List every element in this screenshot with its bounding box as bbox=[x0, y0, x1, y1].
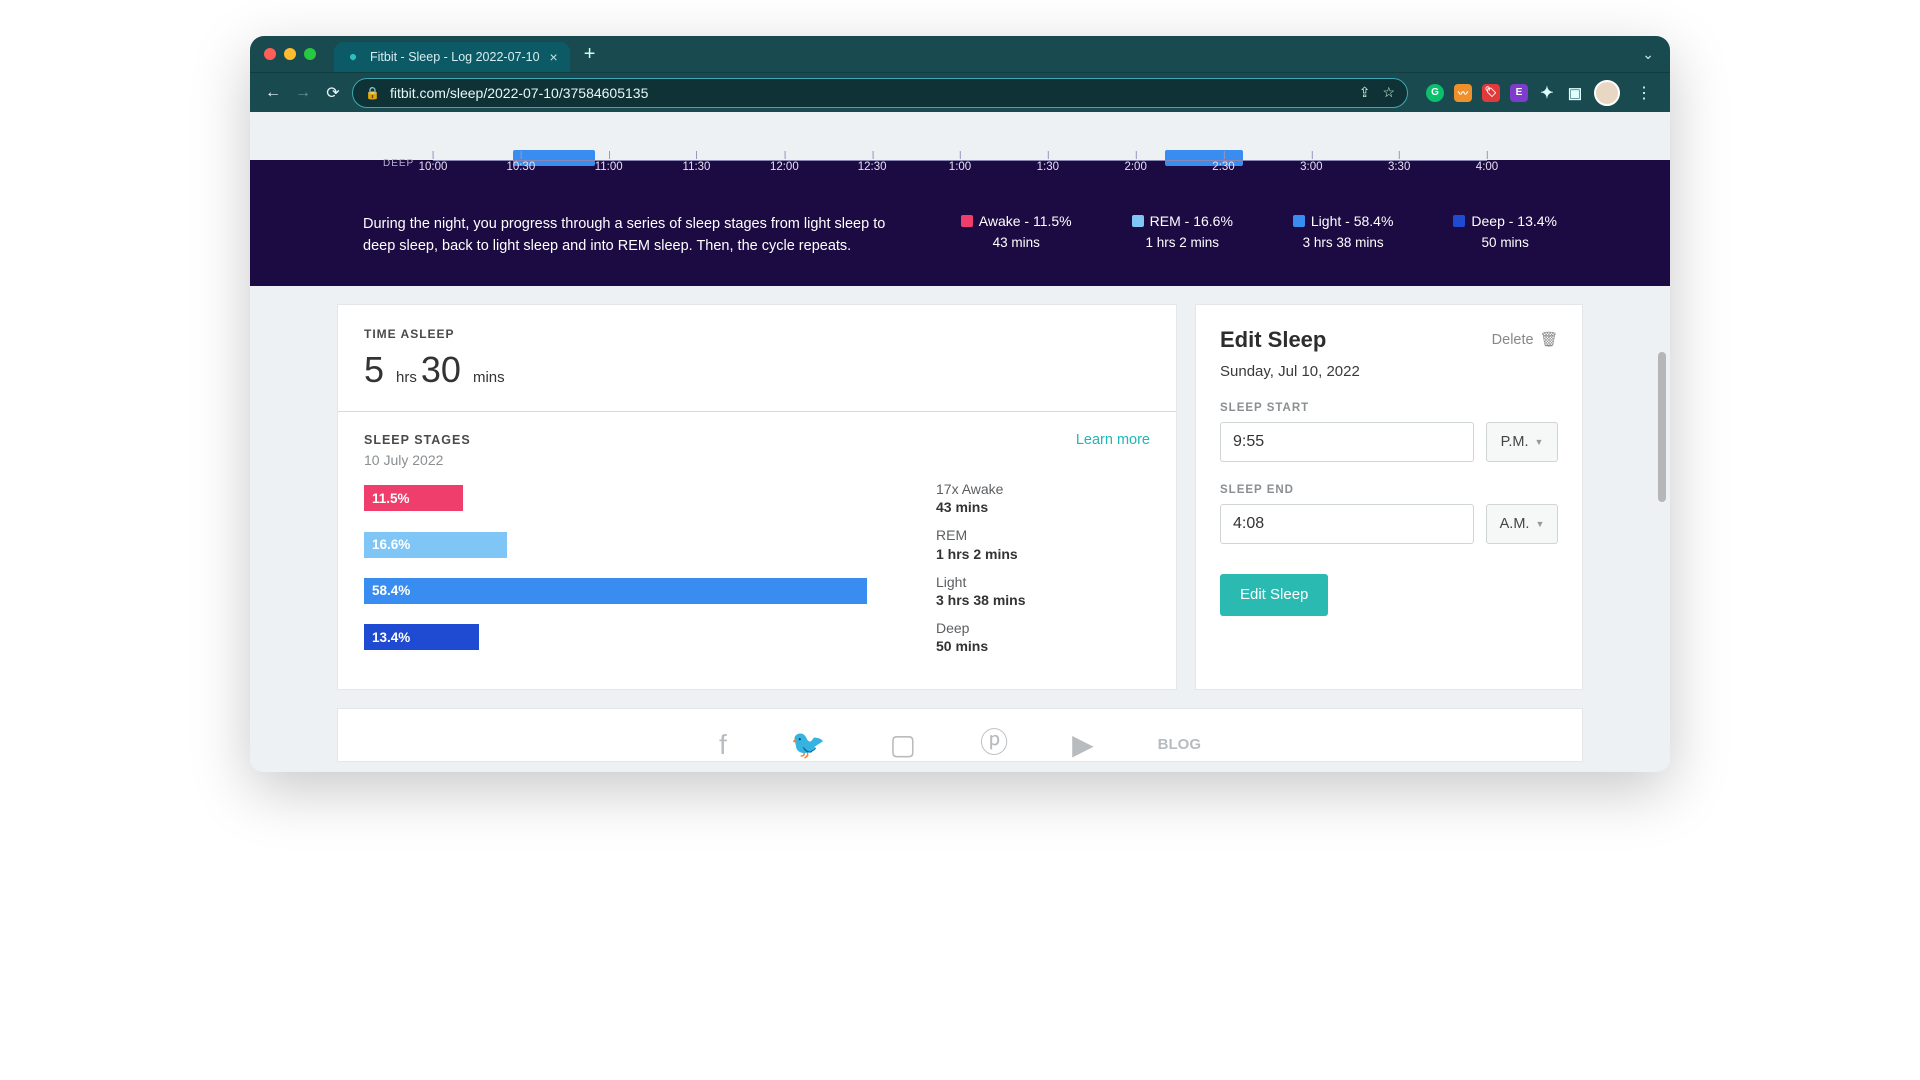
timeline-tick: 12:00 bbox=[770, 161, 799, 173]
address-bar[interactable]: 🔒 fitbit.com/sleep/2022-07-10/3758460513… bbox=[352, 78, 1408, 108]
legend-item: REM - 16.6%1 hrs 2 mins bbox=[1132, 213, 1233, 258]
pinterest-icon[interactable]: ⓟ bbox=[980, 721, 1008, 761]
stage-bar-meta: REM1 hrs 2 mins bbox=[936, 526, 1018, 562]
url-text: fitbit.com/sleep/2022-07-10/37584605135 bbox=[390, 85, 1349, 101]
window-controls bbox=[264, 48, 316, 60]
extensions: G 〰 🏷 E ✦ ▣ ⋮ bbox=[1426, 80, 1658, 106]
sleep-end-ampm-select[interactable]: A.M.▼ bbox=[1486, 504, 1558, 544]
fitbit-favicon-icon: ⬥ bbox=[346, 50, 360, 64]
chevron-down-icon: ▼ bbox=[1535, 519, 1544, 529]
back-button[interactable]: ← bbox=[262, 84, 284, 102]
timeline-tick: 3:30 bbox=[1388, 161, 1410, 173]
time-asleep-card: TIME ASLEEP 5 hrs30 mins SLEEP STAGES Le… bbox=[337, 304, 1177, 691]
stage-bar: 58.4% bbox=[364, 578, 867, 604]
sleep-stage-row: 58.4% Light3 hrs 38 mins bbox=[364, 573, 1150, 609]
scrollbar-thumb[interactable] bbox=[1658, 352, 1666, 502]
scrollbar[interactable] bbox=[1656, 112, 1668, 772]
stage-bar-meta: Deep50 mins bbox=[936, 619, 988, 655]
legend-item: Light - 58.4%3 hrs 38 mins bbox=[1293, 213, 1394, 258]
extension-icon[interactable]: E bbox=[1510, 84, 1528, 102]
sleep-stage-bars: 11.5% 17x Awake43 mins 16.6% REM1 hrs 2 min… bbox=[338, 480, 1176, 690]
tab-overflow-icon[interactable]: ⌄ bbox=[1642, 46, 1654, 63]
sleep-end-input[interactable] bbox=[1220, 504, 1474, 544]
timeline-tick: 10:00 bbox=[419, 161, 448, 173]
stage-bar: 16.6% bbox=[364, 532, 507, 558]
edit-sleep-submit-button[interactable]: Edit Sleep bbox=[1220, 574, 1328, 616]
tab-title: Fitbit - Sleep - Log 2022-07-10 bbox=[370, 50, 540, 64]
toolbar: ← → ⟳ 🔒 fitbit.com/sleep/2022-07-10/3758… bbox=[250, 72, 1670, 112]
timeline-tick: 1:00 bbox=[949, 161, 971, 173]
close-tab-icon[interactable]: × bbox=[550, 49, 558, 65]
legend-item: Deep - 13.4%50 mins bbox=[1453, 213, 1557, 258]
timeline-tick: 11:00 bbox=[595, 161, 623, 173]
sleep-legend: Awake - 11.5%43 mins REM - 16.6%1 hrs 2 m… bbox=[961, 213, 1557, 258]
lock-icon: 🔒 bbox=[365, 86, 380, 100]
minimize-window-button[interactable] bbox=[284, 48, 296, 60]
sleep-stage-row: 16.6% REM1 hrs 2 mins bbox=[364, 526, 1150, 562]
timeline-tick: 2:30 bbox=[1212, 161, 1234, 173]
extensions-puzzle-icon[interactable]: ✦ bbox=[1538, 84, 1556, 102]
share-icon[interactable]: ⇪ bbox=[1359, 84, 1371, 101]
edit-sleep-card: Edit Sleep Delete 🗑 Sunday, Jul 10, 2022… bbox=[1195, 304, 1583, 691]
browser-window: ⬥ Fitbit - Sleep - Log 2022-07-10 × + ⌄ … bbox=[250, 36, 1670, 772]
blog-link[interactable]: BLOG bbox=[1158, 736, 1201, 753]
edit-sleep-title: Edit Sleep bbox=[1220, 327, 1326, 353]
timeline-tick: 10:30 bbox=[506, 161, 535, 173]
sleep-stages-label: SLEEP STAGES bbox=[364, 433, 471, 447]
timeline-tick: 3:00 bbox=[1300, 161, 1322, 173]
stage-bar: 13.4% bbox=[364, 624, 479, 650]
forward-button: → bbox=[292, 84, 314, 102]
stage-bar-meta: 17x Awake43 mins bbox=[936, 480, 1003, 516]
facebook-icon[interactable]: f bbox=[719, 729, 727, 761]
extension-grammarly-icon[interactable]: G bbox=[1426, 84, 1444, 102]
maximize-window-button[interactable] bbox=[304, 48, 316, 60]
time-asleep-label: TIME ASLEEP bbox=[364, 327, 1150, 341]
timeline-tick: 11:30 bbox=[683, 161, 711, 173]
sleep-stage-row: 13.4% Deep50 mins bbox=[364, 619, 1150, 655]
learn-more-link[interactable]: Learn more bbox=[1076, 432, 1150, 448]
browser-tab[interactable]: ⬥ Fitbit - Sleep - Log 2022-07-10 × bbox=[334, 42, 570, 72]
instagram-icon[interactable]: ▢ bbox=[890, 728, 916, 761]
sleep-start-ampm-select[interactable]: P.M.▼ bbox=[1486, 422, 1558, 462]
browser-menu-icon[interactable]: ⋮ bbox=[1630, 83, 1658, 103]
extension-icon[interactable]: 〰 bbox=[1454, 84, 1472, 102]
timeline-tick: 1:30 bbox=[1037, 161, 1059, 173]
sleep-start-label: SLEEP START bbox=[1220, 402, 1558, 414]
tab-strip: ⬥ Fitbit - Sleep - Log 2022-07-10 × + ⌄ bbox=[250, 36, 1670, 72]
stage-bar: 11.5% bbox=[364, 485, 463, 511]
sleep-timeline-hero: DEEP 10:00 10:30 11:00 11:30 12:00 12:30 1:00 1… bbox=[250, 160, 1670, 286]
bookmark-icon[interactable]: ☆ bbox=[1382, 84, 1395, 101]
close-window-button[interactable] bbox=[264, 48, 276, 60]
legend-item: Awake - 11.5%43 mins bbox=[961, 213, 1072, 258]
hero-description: During the night, you progress through a… bbox=[363, 213, 921, 258]
edit-sleep-date: Sunday, Jul 10, 2022 bbox=[1220, 363, 1558, 380]
trash-icon: 🗑 bbox=[1540, 331, 1558, 348]
delete-sleep-button[interactable]: Delete 🗑 bbox=[1492, 331, 1558, 348]
timeline-tick: 4:00 bbox=[1476, 161, 1498, 173]
new-tab-button[interactable]: + bbox=[570, 43, 610, 66]
chevron-down-icon: ▼ bbox=[1535, 437, 1544, 447]
timeline-deep-label: DEEP bbox=[383, 158, 414, 169]
youtube-icon[interactable]: ▶ bbox=[1072, 728, 1094, 761]
sleep-stage-row: 11.5% 17x Awake43 mins bbox=[364, 480, 1150, 516]
footer: f 🐦 ▢ ⓟ ▶ BLOG bbox=[337, 708, 1583, 762]
sleep-start-input[interactable] bbox=[1220, 422, 1474, 462]
timeline-tick: 12:30 bbox=[858, 161, 887, 173]
reload-button[interactable]: ⟳ bbox=[322, 83, 344, 103]
sleep-stages-date: 10 July 2022 bbox=[338, 452, 1176, 468]
timeline-ticks: 10:0010:3011:0011:3012:0012:301:001:302:… bbox=[433, 161, 1487, 187]
twitter-icon[interactable]: 🐦 bbox=[791, 728, 826, 761]
extension-icon[interactable]: 🏷 bbox=[1482, 84, 1500, 102]
timeline-tick: 2:00 bbox=[1124, 161, 1146, 173]
reading-list-icon[interactable]: ▣ bbox=[1566, 84, 1584, 102]
stage-bar-meta: Light3 hrs 38 mins bbox=[936, 573, 1026, 609]
time-asleep-value: 5 hrs30 mins bbox=[364, 349, 1150, 391]
sleep-end-label: SLEEP END bbox=[1220, 484, 1558, 496]
profile-avatar[interactable] bbox=[1594, 80, 1620, 106]
page-viewport: DEEP 10:00 10:30 11:00 11:30 12:00 12:30 1:00 1… bbox=[250, 112, 1670, 772]
